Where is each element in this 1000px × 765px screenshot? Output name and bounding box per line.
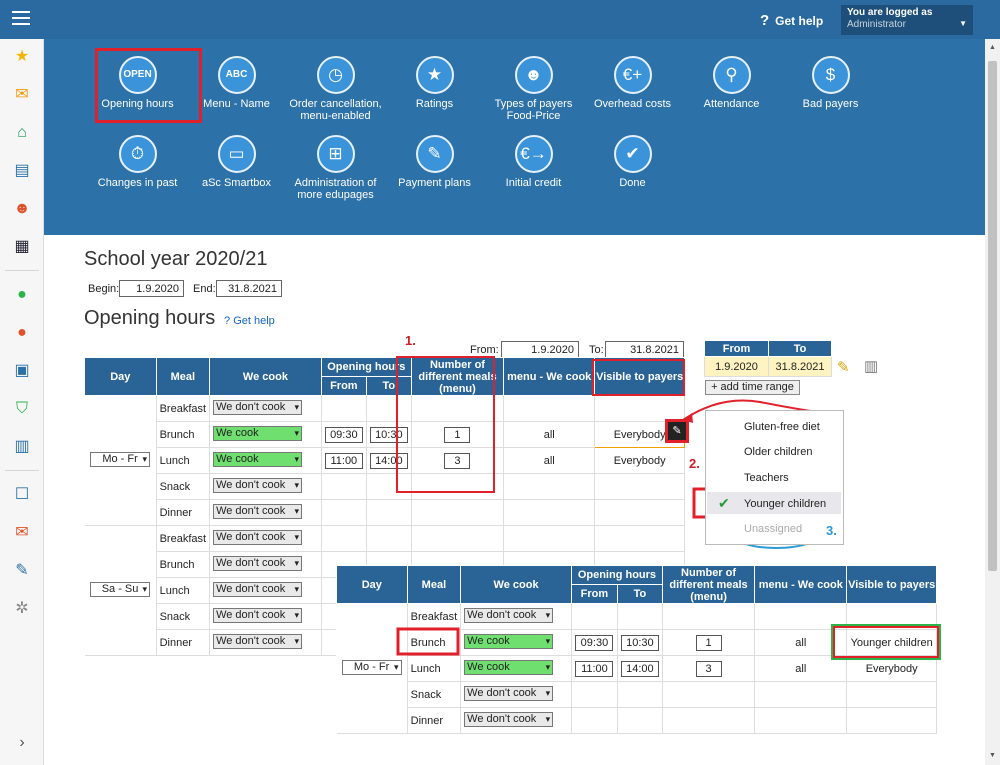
option-teachers[interactable]: Teachers bbox=[744, 472, 789, 484]
option-gluten-free[interactable]: Gluten-free diet bbox=[744, 421, 820, 433]
option-older-children[interactable]: Older children bbox=[744, 446, 812, 458]
visibility-dropdown: Gluten-free diet Older children Teachers… bbox=[705, 410, 844, 545]
checkmark-icon: ✔ bbox=[718, 495, 730, 511]
option-younger-children[interactable]: Younger children bbox=[744, 498, 826, 510]
option-unassigned[interactable]: Unassigned bbox=[744, 523, 802, 535]
edit-visibility-button[interactable]: ✎ bbox=[668, 422, 686, 440]
